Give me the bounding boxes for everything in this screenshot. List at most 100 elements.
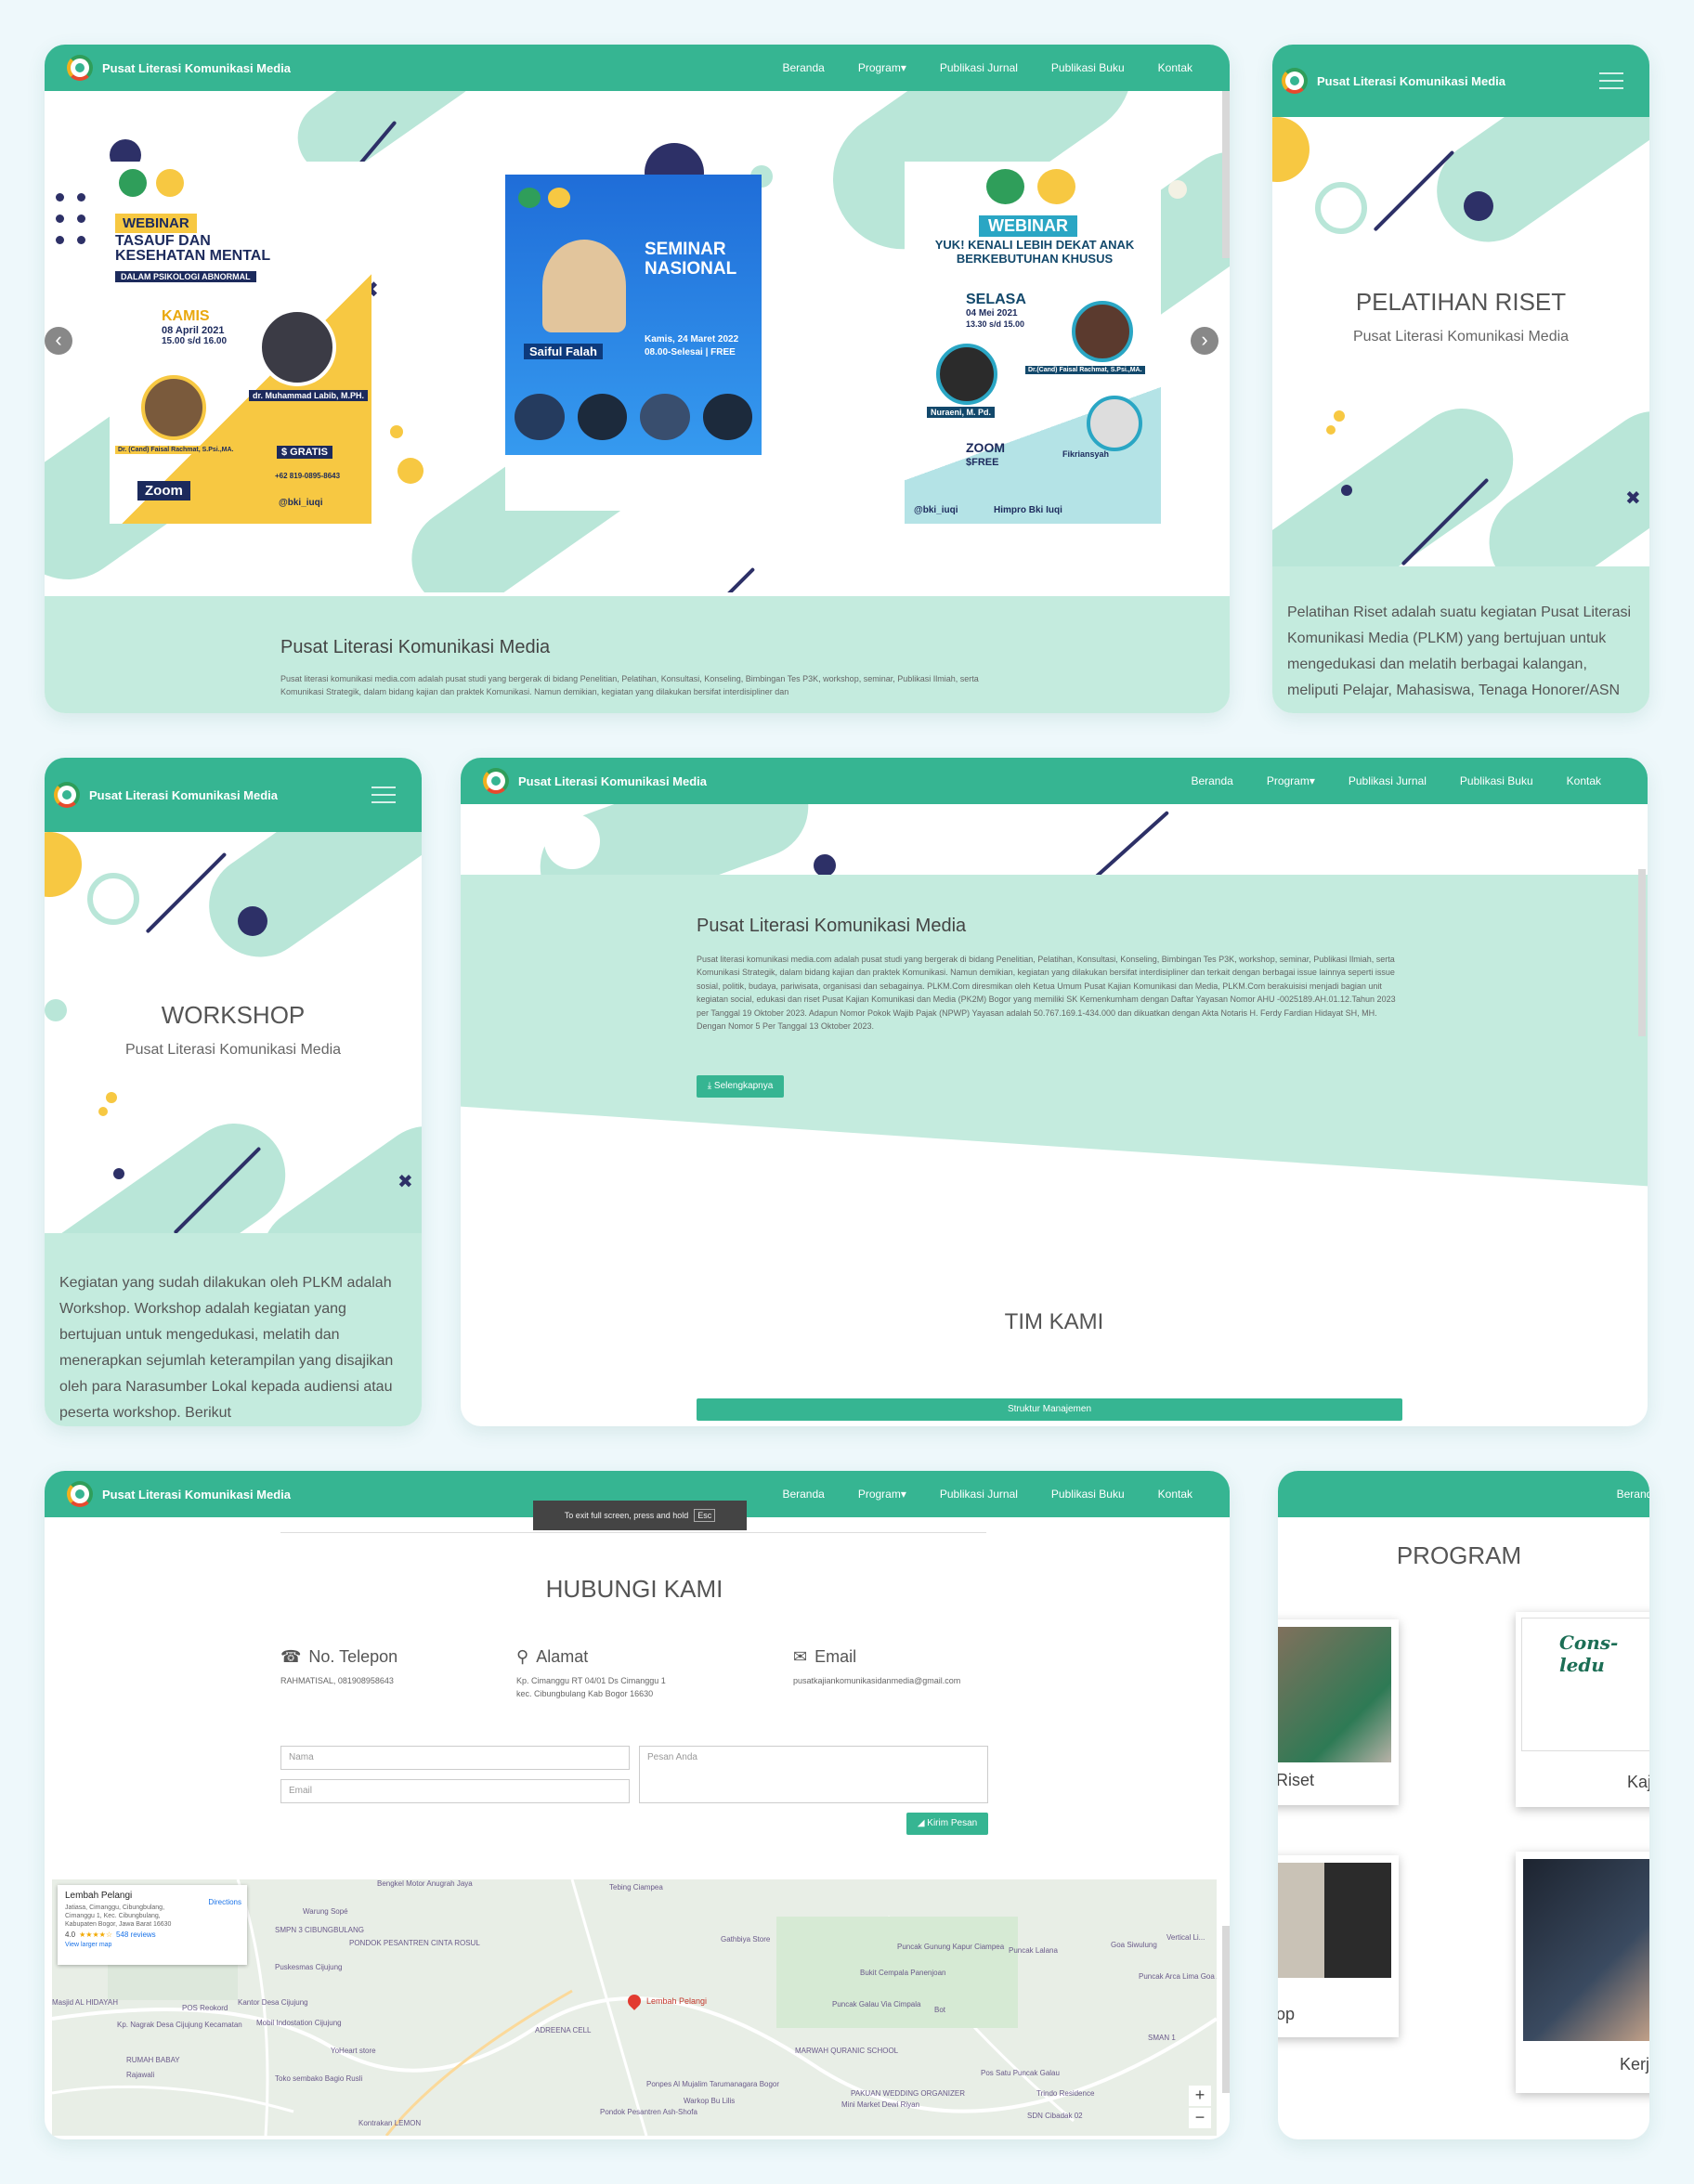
map-label[interactable]: RUMAH BABAY: [126, 2056, 180, 2064]
map-label[interactable]: SMPN 3 CIBUNGBULANG: [275, 1926, 364, 1934]
nav-beranda[interactable]: Beranda: [782, 1488, 824, 1501]
nav-jurnal[interactable]: Publikasi Jurnal: [940, 1488, 1018, 1501]
journal-title: Cons-ledu: [1559, 1632, 1619, 1676]
caret-down-icon: ▾: [1309, 774, 1315, 787]
map-label[interactable]: Vertical Li...: [1166, 1933, 1205, 1942]
map-label[interactable]: Puskesmas Cijujung: [275, 1963, 342, 1971]
map-label[interactable]: Puncak Arca Lima Goa Aa: [1139, 1972, 1217, 1981]
nav-jurnal[interactable]: Publikasi Jurnal: [940, 61, 1018, 74]
poster-webinar-abk[interactable]: WEBINAR YUK! KENALI LEBIH DEKAT ANAK BER…: [905, 162, 1161, 524]
selengkapnya-button[interactable]: ⤓ Selengkapnya: [697, 1075, 784, 1098]
map-label[interactable]: Mobil Indostation Cijujung: [256, 2019, 342, 2027]
nav-beranda[interactable]: Beranda: [782, 61, 824, 74]
map-reviews[interactable]: 548 reviews: [116, 1930, 156, 1939]
poster-seminar-nasional[interactable]: SEMINAR NASIONAL Saiful Falah Kamis, 24 …: [505, 175, 762, 511]
directions-link[interactable]: Directions: [208, 1898, 241, 1906]
map-label[interactable]: Ponpes Al Mujalim Tarumanagara Bogor: [646, 2080, 779, 2088]
brand-logo[interactable]: Pusat Literasi Komunikasi Media: [54, 782, 278, 808]
scrollbar[interactable]: [1638, 869, 1646, 1036]
nav-kontak[interactable]: Kontak: [1567, 774, 1601, 787]
map-label[interactable]: Bot: [934, 2006, 945, 2014]
riset-frame: Pusat Literasi Komunikasi Media ✖ PELATI…: [1272, 45, 1649, 713]
navbar-mobile: Pusat Literasi Komunikasi Media: [1272, 45, 1649, 117]
map-label[interactable]: Bukit Cempala Panenjoan: [860, 1969, 946, 1977]
nav-beranda[interactable]: Beranda: [1617, 1488, 1649, 1501]
struktur-manajemen-button[interactable]: Struktur Manajemen: [697, 1398, 1402, 1421]
map-label[interactable]: Goa Siwulung: [1111, 1941, 1157, 1949]
nav-program[interactable]: Program▾: [858, 61, 906, 74]
brand-name: Pusat Literasi Komunikasi Media: [1317, 73, 1506, 88]
map-label[interactable]: PONDOK PESANTREN CINTA ROSUL: [349, 1939, 480, 1947]
nav-buku[interactable]: Publikasi Buku: [1051, 61, 1125, 74]
map-label[interactable]: YoHeart store: [331, 2047, 376, 2055]
view-larger-map-link[interactable]: View larger map: [65, 1942, 240, 1948]
hamburger-menu-icon[interactable]: [371, 786, 396, 803]
zoom-out-button[interactable]: −: [1189, 2108, 1211, 2128]
contact-frame: Pusat Literasi Komunikasi Media Beranda …: [45, 1471, 1230, 2139]
nav-program[interactable]: Program▾: [1267, 774, 1315, 787]
address-line-1: Kp. Cimanggu RT 04/01 Ds Cimanggu 1: [516, 1676, 666, 1685]
map-label[interactable]: Kantor Desa Cijujung: [238, 1998, 308, 2007]
map-label[interactable]: Tebing Ciampea: [609, 1883, 663, 1892]
program-card-kajian[interactable]: Cons-ledu Kajian: [1516, 1612, 1649, 1807]
poster3-mod: Fikriansyah: [1062, 449, 1110, 459]
nav-program-label: Program: [857, 61, 901, 74]
map-label[interactable]: Puncak Gunung Kapur Ciampea: [897, 1943, 1004, 1951]
map-label[interactable]: SDN Cibadak 02: [1027, 2112, 1083, 2120]
nav-beranda[interactable]: Beranda: [1191, 774, 1232, 787]
map-label[interactable]: Puncak Galau Via Cimpala: [832, 2000, 920, 2008]
nav-program-label: Program: [1266, 774, 1310, 787]
nav-program[interactable]: Program▾: [858, 1488, 906, 1501]
map-label[interactable]: Pos Satu Puncak Galau: [981, 2069, 1060, 2077]
nav-jurnal[interactable]: Publikasi Jurnal: [1349, 774, 1427, 787]
map-label[interactable]: SMAN 1: [1148, 2034, 1176, 2042]
map-label[interactable]: Toko sembako Bagio Rusli: [275, 2074, 362, 2083]
workshop-title: WORKSHOP: [161, 1001, 306, 1029]
nav-buku[interactable]: Publikasi Buku: [1051, 1488, 1125, 1501]
message-field[interactable]: Pesan Anda: [639, 1746, 988, 1803]
slider-prev-button[interactable]: ‹: [45, 327, 72, 355]
slider-next-button[interactable]: ›: [1191, 327, 1218, 355]
program-card-kerjasama[interactable]: Kerj: [1516, 1852, 1649, 2093]
name-field[interactable]: Nama: [280, 1746, 630, 1770]
brand-logo[interactable]: Pusat Literasi Komunikasi Media: [67, 1481, 291, 1507]
program-card-workshop[interactable]: op: [1278, 1855, 1399, 2037]
map-label[interactable]: ADREENA CELL: [535, 2026, 591, 2034]
nav-kontak[interactable]: Kontak: [1158, 1488, 1192, 1501]
map-label[interactable]: Trindo Residence: [1036, 2089, 1094, 2098]
map-label[interactable]: Puncak Lalana: [1009, 1946, 1058, 1955]
program-card-label: Riset: [1278, 1771, 1315, 1789]
send-message-button[interactable]: ◢ Kirim Pesan: [906, 1813, 988, 1835]
map-label[interactable]: Warkop Bu Lilis: [684, 2097, 735, 2105]
nav-buku[interactable]: Publikasi Buku: [1460, 774, 1533, 787]
map-embed[interactable]: Tebing Ciampea Warung Sopé PONDOK PESANTRE…: [52, 1879, 1217, 2136]
brand-logo[interactable]: Pusat Literasi Komunikasi Media: [67, 55, 291, 81]
logo-icon: [1282, 68, 1308, 94]
map-label[interactable]: MARWAH QURANIC SCHOOL: [795, 2047, 898, 2055]
zoom-in-button[interactable]: +: [1189, 2086, 1211, 2106]
map-label[interactable]: Masjid AL HIDAYAH: [52, 1998, 118, 2007]
map-label[interactable]: Mini Market Dewi Riyan: [841, 2100, 919, 2109]
brand-logo[interactable]: Pusat Literasi Komunikasi Media: [483, 768, 707, 794]
map-label[interactable]: PAKUAN WEDDING ORGANIZER: [851, 2089, 965, 2098]
about-section: [461, 875, 1648, 1187]
phone-icon: ☎: [280, 1647, 302, 1666]
brand-logo[interactable]: Pusat Literasi Komunikasi Media: [1282, 68, 1505, 94]
scrollbar[interactable]: [1222, 91, 1230, 258]
map-label[interactable]: Pondok Pesantren Ash-Shofa: [600, 2108, 697, 2116]
poster1-date: 08 April 2021: [162, 325, 225, 336]
email-field[interactable]: Email: [280, 1779, 630, 1803]
map-label[interactable]: Kontrakan LEMON: [358, 2119, 421, 2127]
map-label[interactable]: Kp. Nagrak Desa Cijujung Kecamatan: [117, 2021, 242, 2029]
map-rating: 4.0: [65, 1930, 76, 1940]
poster-webinar-tasauf[interactable]: WEBINAR TASAUF DAN KESEHATAN MENTAL DALA…: [110, 162, 371, 524]
map-label[interactable]: POS Reokord: [182, 2004, 228, 2012]
hamburger-menu-icon[interactable]: [1599, 72, 1623, 89]
nav-kontak[interactable]: Kontak: [1158, 61, 1192, 74]
scrollbar[interactable]: [1222, 1926, 1230, 2093]
map-label[interactable]: Warung Sopé: [303, 1907, 348, 1916]
program-card-riset[interactable]: Riset: [1278, 1619, 1399, 1805]
map-label[interactable]: Rajawali: [126, 2071, 154, 2079]
map-label[interactable]: Gathbiya Store: [721, 1935, 770, 1944]
map-label[interactable]: Bengkel Motor Anugrah Jaya: [377, 1879, 473, 1888]
